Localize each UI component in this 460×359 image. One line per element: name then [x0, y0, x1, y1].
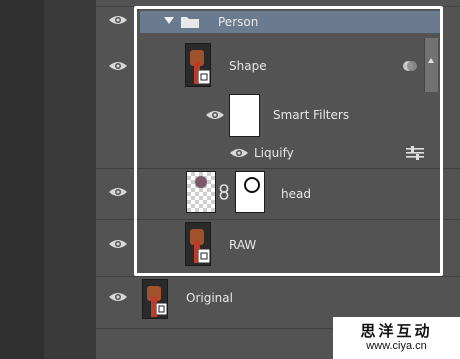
scrollbar[interactable] — [424, 38, 438, 92]
highlight-frame — [134, 6, 443, 276]
eye-icon[interactable] — [108, 186, 128, 198]
smart-object-icon — [156, 303, 167, 315]
left-dark-strip — [0, 0, 44, 359]
eye-icon[interactable] — [108, 291, 128, 303]
watermark-title: 思洋互动 — [360, 322, 433, 340]
original-layer-name: Original — [186, 291, 233, 305]
eye-icon[interactable] — [108, 60, 128, 72]
row-divider — [96, 276, 460, 277]
scroll-up-icon[interactable] — [428, 58, 434, 63]
eye-icon[interactable] — [108, 14, 128, 26]
watermark: 思洋互动 www.ciya.cn — [333, 317, 460, 359]
left-toolbar-strip — [44, 0, 97, 359]
watermark-url: www.ciya.cn — [366, 340, 427, 352]
eye-icon[interactable] — [108, 238, 128, 250]
